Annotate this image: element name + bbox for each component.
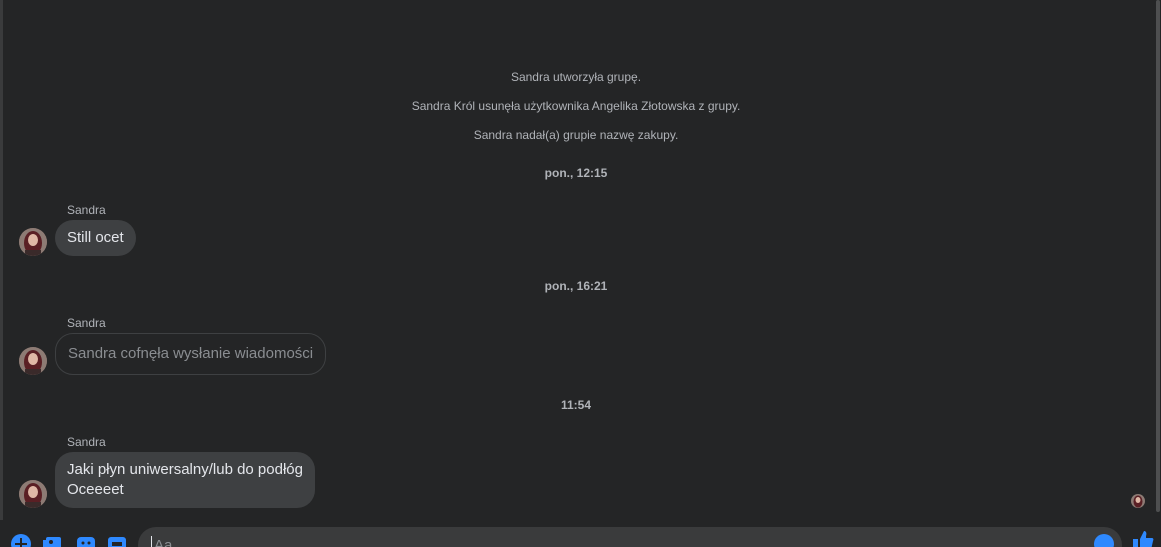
unsent-message-text: Sandra cofnęła wysłanie wiadomości (68, 345, 314, 362)
system-message-user-removed: Sandra Król usunęła użytkownika Angelika… (411, 99, 741, 113)
chat-window: Sandra utworzyła grupę. Sandra Król usun… (0, 0, 1161, 547)
unsent-message-bubble[interactable]: Sandra cofnęła wysłanie wiadomości (55, 333, 327, 375)
gif-icon[interactable] (107, 534, 127, 547)
thumbs-up-icon[interactable] (1132, 530, 1154, 547)
message-input[interactable]: Aa (138, 527, 1122, 547)
plus-icon[interactable] (11, 534, 31, 547)
message-composer: Aa (0, 520, 1161, 547)
sender-avatar[interactable] (19, 480, 47, 508)
message-text-line: Oceeeet (67, 481, 124, 498)
message-input-placeholder: Aa (154, 537, 173, 547)
timestamp-divider: pon., 12:15 (544, 166, 608, 180)
emoji-icon[interactable] (1094, 534, 1114, 547)
photo-icon[interactable] (43, 534, 63, 547)
scrollbar-thumb[interactable] (1156, 0, 1160, 512)
sender-avatar[interactable] (19, 228, 47, 256)
message-sender-name: Sandra (67, 203, 106, 217)
message-sender-name: Sandra (67, 316, 106, 330)
message-bubble[interactable]: Still ocet (55, 220, 136, 256)
message-text-line: Jaki płyn uniwersalny/lub do podłóg (67, 461, 303, 478)
text-caret (151, 536, 152, 547)
timestamp-divider: pon., 16:21 (544, 279, 608, 293)
system-message-group-created: Sandra utworzyła grupę. (510, 70, 642, 84)
message-sender-name: Sandra (67, 435, 106, 449)
seen-by-avatar (1131, 494, 1145, 508)
system-message-group-renamed: Sandra nadał(a) grupie nazwę zakupy. (473, 128, 679, 142)
sticker-icon[interactable] (76, 534, 96, 547)
message-scrollbar[interactable] (1155, 0, 1161, 520)
timestamp-divider: 11:54 (560, 398, 592, 412)
sender-avatar[interactable] (19, 347, 47, 375)
message-text: Still ocet (67, 229, 124, 246)
message-bubble[interactable]: Jaki płyn uniwersalny/lub do podłóg Ocee… (55, 452, 315, 508)
